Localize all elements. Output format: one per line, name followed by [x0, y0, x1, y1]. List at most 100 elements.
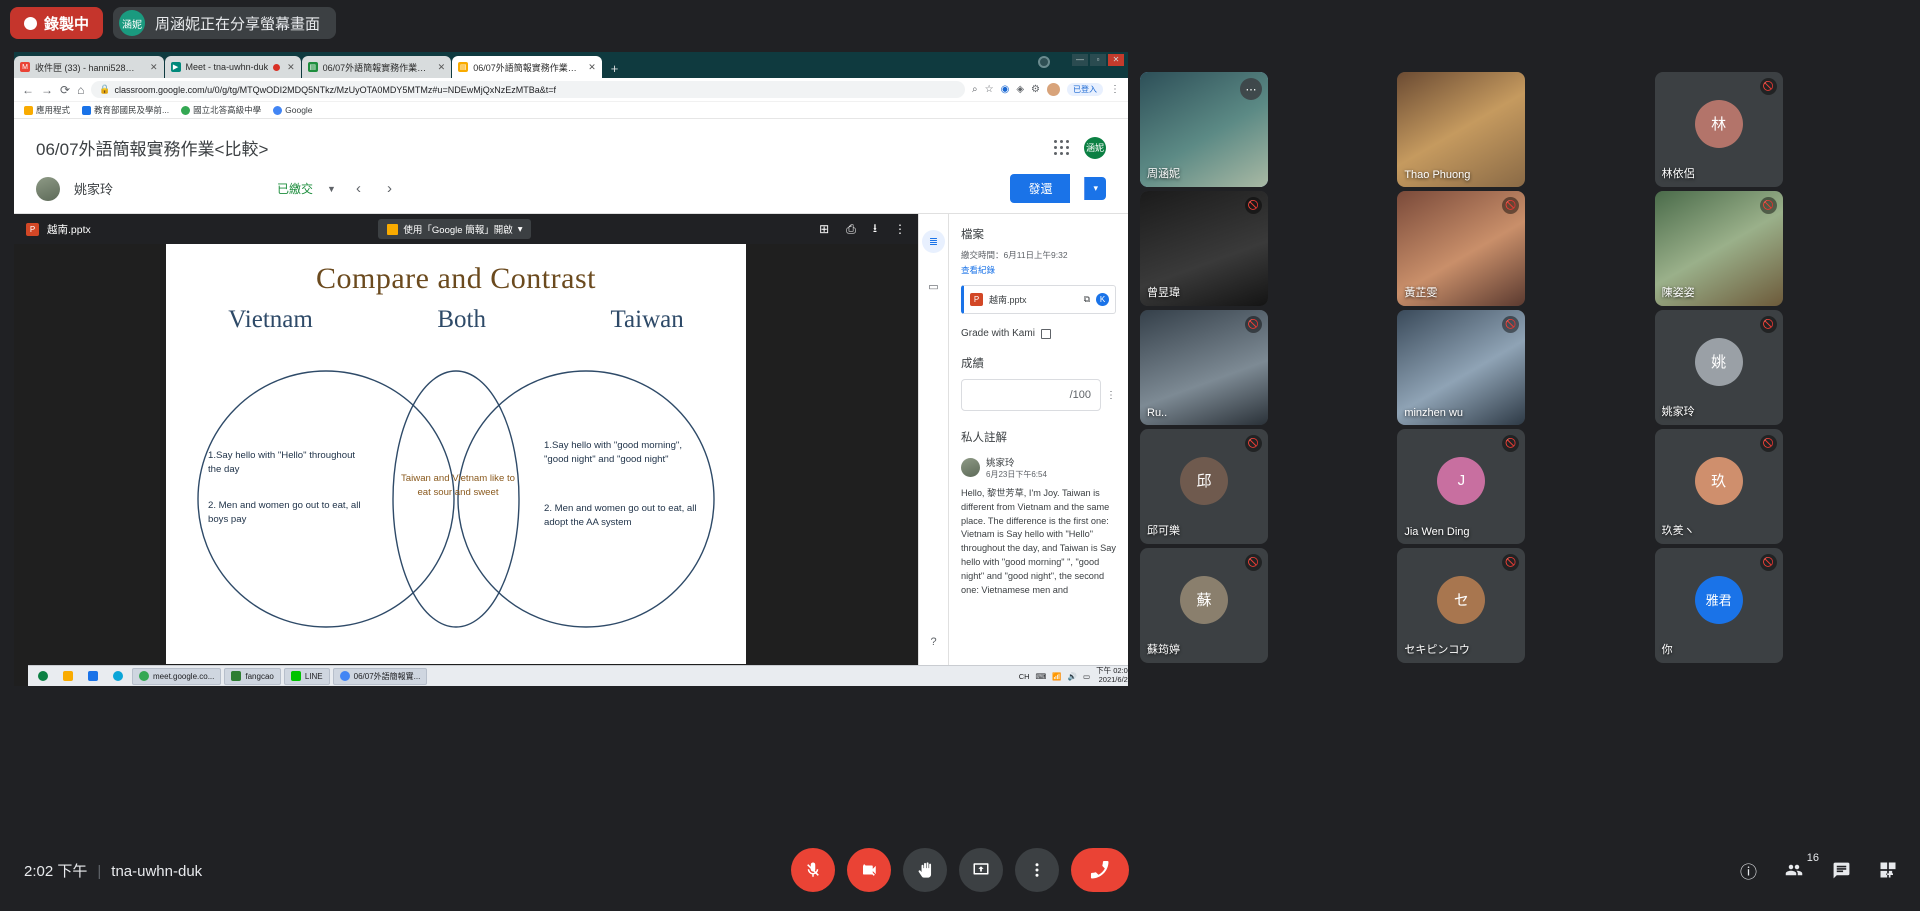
- participant-tile[interactable]: 🚫 曾昱瑋: [1140, 191, 1268, 306]
- extension-icon-2[interactable]: ◈: [1016, 84, 1024, 95]
- volume-icon[interactable]: 🔊: [1068, 672, 1077, 681]
- participant-tile[interactable]: 邱 🚫 邱可樂: [1140, 429, 1268, 544]
- show-everyone-button[interactable]: 16: [1783, 852, 1819, 879]
- add-to-drive-icon[interactable]: ⊞: [819, 222, 829, 236]
- chat-icon[interactable]: [1831, 861, 1852, 880]
- taskbar-app-2[interactable]: LINE: [283, 667, 330, 685]
- kami-icon[interactable]: K: [1096, 293, 1109, 306]
- back-icon[interactable]: ←: [22, 83, 34, 97]
- participant-tile[interactable]: Thao Phuong: [1397, 72, 1526, 187]
- ime-indicator[interactable]: CH: [1019, 672, 1030, 681]
- maximize-button[interactable]: ▫: [1090, 54, 1106, 66]
- taskbar-app-3[interactable]: 06/07外語簡報實...: [332, 667, 428, 685]
- kami-checkbox[interactable]: [1040, 328, 1051, 339]
- grade-with-kami-row[interactable]: Grade with Kami: [961, 328, 1116, 339]
- participant-tile[interactable]: ⋯ 周涵妮: [1140, 72, 1268, 187]
- forward-icon[interactable]: →: [41, 83, 53, 97]
- mic-off-icon: 🚫: [1245, 435, 1262, 452]
- tab-close-icon[interactable]: ✕: [287, 62, 295, 73]
- edge-icon[interactable]: [107, 668, 129, 685]
- keyboard-icon[interactable]: ⌨: [1036, 672, 1047, 681]
- more-options-icon[interactable]: ⋮: [894, 222, 906, 236]
- extension-icon-3[interactable]: ⚙: [1031, 84, 1040, 95]
- print-icon[interactable]: ⎙: [846, 222, 856, 237]
- sync-status[interactable]: 已登入: [1067, 83, 1103, 96]
- zoom-icon[interactable]: ⌕: [972, 84, 978, 95]
- participant-tile[interactable]: 雅君 🚫 你: [1654, 548, 1783, 663]
- home-icon[interactable]: ⌂: [77, 83, 84, 97]
- participant-tile[interactable]: セ 🚫 セキピンコウ: [1397, 548, 1526, 663]
- taskbar-app-1[interactable]: fangcao: [224, 667, 281, 685]
- bookmark-google[interactable]: Google: [273, 105, 313, 115]
- help-icon[interactable]: ?: [922, 630, 945, 653]
- present-now-button[interactable]: [959, 848, 1003, 892]
- return-options-icon[interactable]: ▾: [1084, 177, 1106, 200]
- browser-tab-0[interactable]: M 收件匣 (33) - hanni528@go.edu ✕: [14, 56, 164, 78]
- open-with-slides-button[interactable]: 使用「Google 簡報」開啟 ▾: [378, 219, 532, 239]
- comments-icon[interactable]: ▭: [922, 275, 945, 298]
- participant-tile[interactable]: 姚 🚫 姚家玲: [1654, 310, 1783, 425]
- more-options-icon[interactable]: ⋮: [1110, 84, 1120, 95]
- browser-tab-3[interactable]: ▤ 06/07外語簡報實務作業<比較> ✕: [452, 56, 602, 78]
- bookmark-school[interactable]: 國立北答高級中學: [181, 104, 261, 116]
- folder-icon[interactable]: [57, 668, 79, 685]
- participant-tile[interactable]: 林 🚫 林依侶: [1654, 72, 1783, 187]
- taskbar-app-0[interactable]: meet.google.co...: [132, 667, 222, 685]
- minimize-button[interactable]: —: [1072, 54, 1088, 66]
- participant-tile[interactable]: 🚫 minzhen wu: [1397, 310, 1526, 425]
- activities-icon[interactable]: [1878, 860, 1898, 880]
- extension-icon[interactable]: ◉: [1001, 84, 1010, 95]
- mic-off-icon: [807, 862, 819, 877]
- instructions-icon[interactable]: ≣: [922, 230, 945, 253]
- document-viewer: P 越南.pptx 使用「Google 簡報」開啟 ▾ ⊞ ⎙ ⭳ ⋮ Comp…: [14, 214, 918, 686]
- close-window-button[interactable]: ✕: [1108, 54, 1124, 66]
- participant-tile[interactable]: 🚫 Ru..: [1140, 310, 1268, 425]
- prev-student-button[interactable]: ‹: [350, 180, 367, 197]
- google-icon: [273, 105, 283, 115]
- participant-tile[interactable]: J 🚫 Jia Wen Ding: [1397, 429, 1526, 544]
- grade-more-options-icon[interactable]: ⋮: [1106, 390, 1116, 401]
- bookmark-gov[interactable]: 教育部國民及學前...: [82, 104, 169, 116]
- tab-close-icon[interactable]: ✕: [588, 62, 596, 73]
- participant-tile[interactable]: 蘇 🚫 蘇筠婷: [1140, 548, 1268, 663]
- mic-off-icon: 🚫: [1759, 435, 1777, 452]
- tab-close-icon[interactable]: ✕: [438, 62, 446, 73]
- leave-call-button[interactable]: [1071, 848, 1129, 892]
- next-student-button[interactable]: ›: [381, 180, 398, 197]
- venn-right-text-2: 2. Men and women go out to eat, all adop…: [544, 503, 697, 528]
- new-tab-button[interactable]: +: [603, 61, 627, 78]
- participant-tile[interactable]: 🚫 黃芷雯: [1397, 191, 1526, 306]
- return-button[interactable]: 發還: [1010, 174, 1071, 203]
- history-link[interactable]: 查看紀錄: [961, 264, 1116, 276]
- camera-off-button[interactable]: [847, 848, 891, 892]
- bookmark-star-icon[interactable]: ☆: [985, 84, 994, 95]
- participant-tile[interactable]: 玖 🚫 玖羑ヽ: [1654, 429, 1783, 544]
- avatar[interactable]: [1047, 83, 1060, 96]
- network-icon[interactable]: 📶: [1052, 672, 1061, 681]
- raise-hand-button[interactable]: [903, 848, 947, 892]
- grade-input[interactable]: /100: [961, 379, 1101, 411]
- reload-icon[interactable]: ⟳: [60, 83, 70, 97]
- meeting-details-icon[interactable]: ⓘ: [1740, 858, 1757, 883]
- chevron-down-icon[interactable]: ▼: [327, 184, 336, 194]
- windows-start-icon[interactable]: [32, 668, 54, 685]
- taskbar-app-label: meet.google.co...: [153, 671, 215, 681]
- address-bar[interactable]: 🔒 classroom.google.com/u/0/g/tg/MTQwODI2…: [91, 81, 966, 98]
- mic-off-button[interactable]: [791, 848, 835, 892]
- participant-tile[interactable]: 🚫 陳姿姿: [1654, 191, 1783, 306]
- browser-tab-1[interactable]: ▶ Meet - tna-uwhn-duk ✕: [164, 56, 301, 78]
- apps-grid-icon[interactable]: [1054, 139, 1070, 156]
- tile-more-options-icon[interactable]: ⋯: [1240, 78, 1262, 100]
- download-icon[interactable]: ⭳: [873, 219, 877, 240]
- meet-top-bar: 錄製中 涵妮 周涵妮正在分享螢幕畫面: [0, 0, 1920, 46]
- browser-tab-2[interactable]: ▤ 06/07外語簡報實務作業<比較> ✕: [301, 56, 452, 78]
- media-player-icon[interactable]: [82, 668, 104, 685]
- battery-icon[interactable]: ▭: [1083, 672, 1090, 681]
- submitted-file-card[interactable]: P 越南.pptx ⧉ K: [961, 285, 1116, 314]
- avatar[interactable]: 涵妮: [1084, 136, 1106, 159]
- tab-close-icon[interactable]: ✕: [150, 62, 158, 73]
- bookmark-apps[interactable]: 應用程式: [24, 104, 70, 116]
- open-in-new-icon[interactable]: ⧉: [1084, 294, 1090, 305]
- taskbar-clock[interactable]: 下午 02:02 2021/6/24: [1096, 667, 1128, 684]
- more-options-button[interactable]: [1015, 848, 1059, 892]
